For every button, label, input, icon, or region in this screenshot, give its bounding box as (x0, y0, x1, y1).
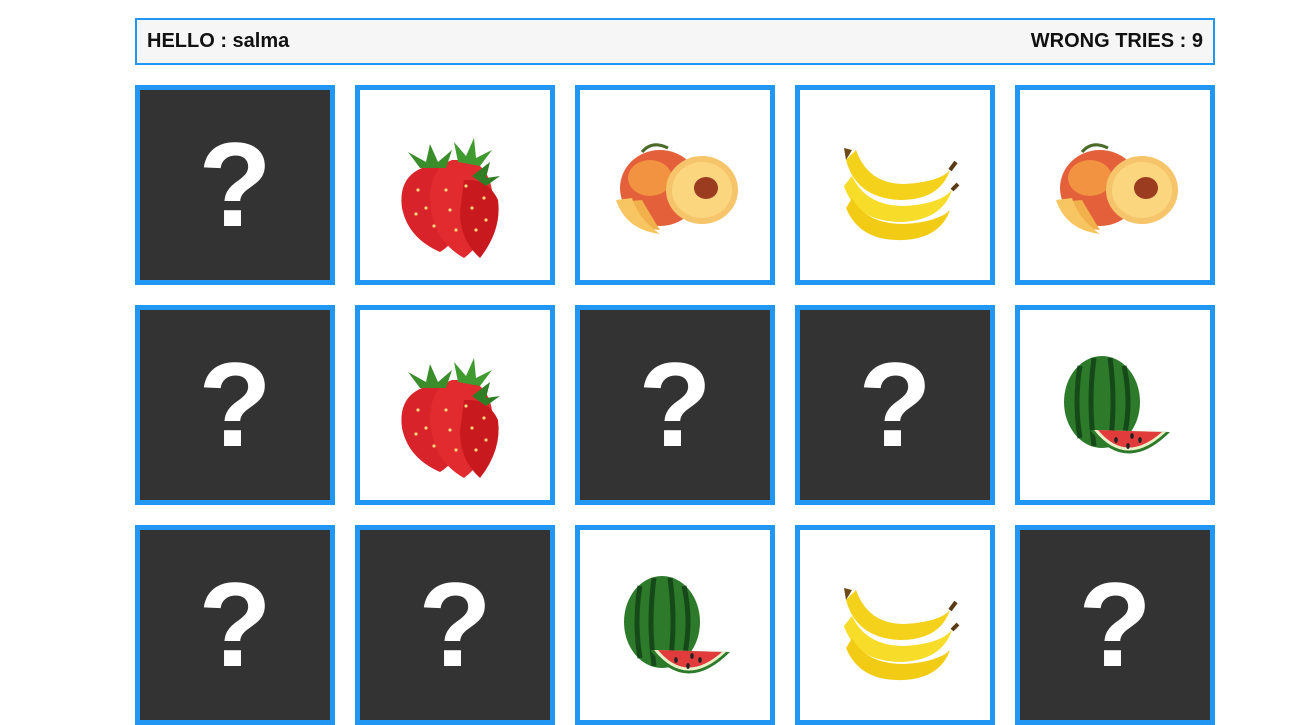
question-mark-icon: ? (1078, 558, 1152, 692)
memory-card-revealed[interactable] (795, 525, 995, 725)
memory-card-hidden[interactable]: ? (135, 525, 335, 725)
wrong-tries-counter: WRONG TRIES : 9 (1030, 30, 1203, 52)
question-mark-icon: ? (198, 558, 272, 692)
question-mark-icon: ? (418, 558, 492, 692)
memory-card-revealed[interactable] (1015, 85, 1215, 285)
memory-card-revealed[interactable] (1015, 305, 1215, 505)
memory-card-grid: ? ? ? ? ? ? ? (135, 85, 1215, 725)
memory-card-hidden[interactable]: ? (1015, 525, 1215, 725)
memory-card-revealed[interactable] (355, 305, 555, 505)
memory-card-revealed[interactable] (575, 525, 775, 725)
question-mark-icon: ? (858, 338, 932, 472)
memory-card-hidden[interactable]: ? (355, 525, 555, 725)
question-mark-icon: ? (198, 338, 272, 472)
memory-card-hidden[interactable]: ? (795, 305, 995, 505)
memory-card-hidden[interactable]: ? (135, 85, 335, 285)
question-mark-icon: ? (638, 338, 712, 472)
memory-card-revealed[interactable] (575, 85, 775, 285)
memory-card-hidden[interactable]: ? (575, 305, 775, 505)
player-greeting: HELLO : salma (147, 30, 290, 52)
memory-card-hidden[interactable]: ? (135, 305, 335, 505)
memory-card-revealed[interactable] (795, 85, 995, 285)
question-mark-icon: ? (198, 118, 272, 252)
info-bar: HELLO : salma WRONG TRIES : 9 (135, 18, 1215, 65)
memory-card-revealed[interactable] (355, 85, 555, 285)
